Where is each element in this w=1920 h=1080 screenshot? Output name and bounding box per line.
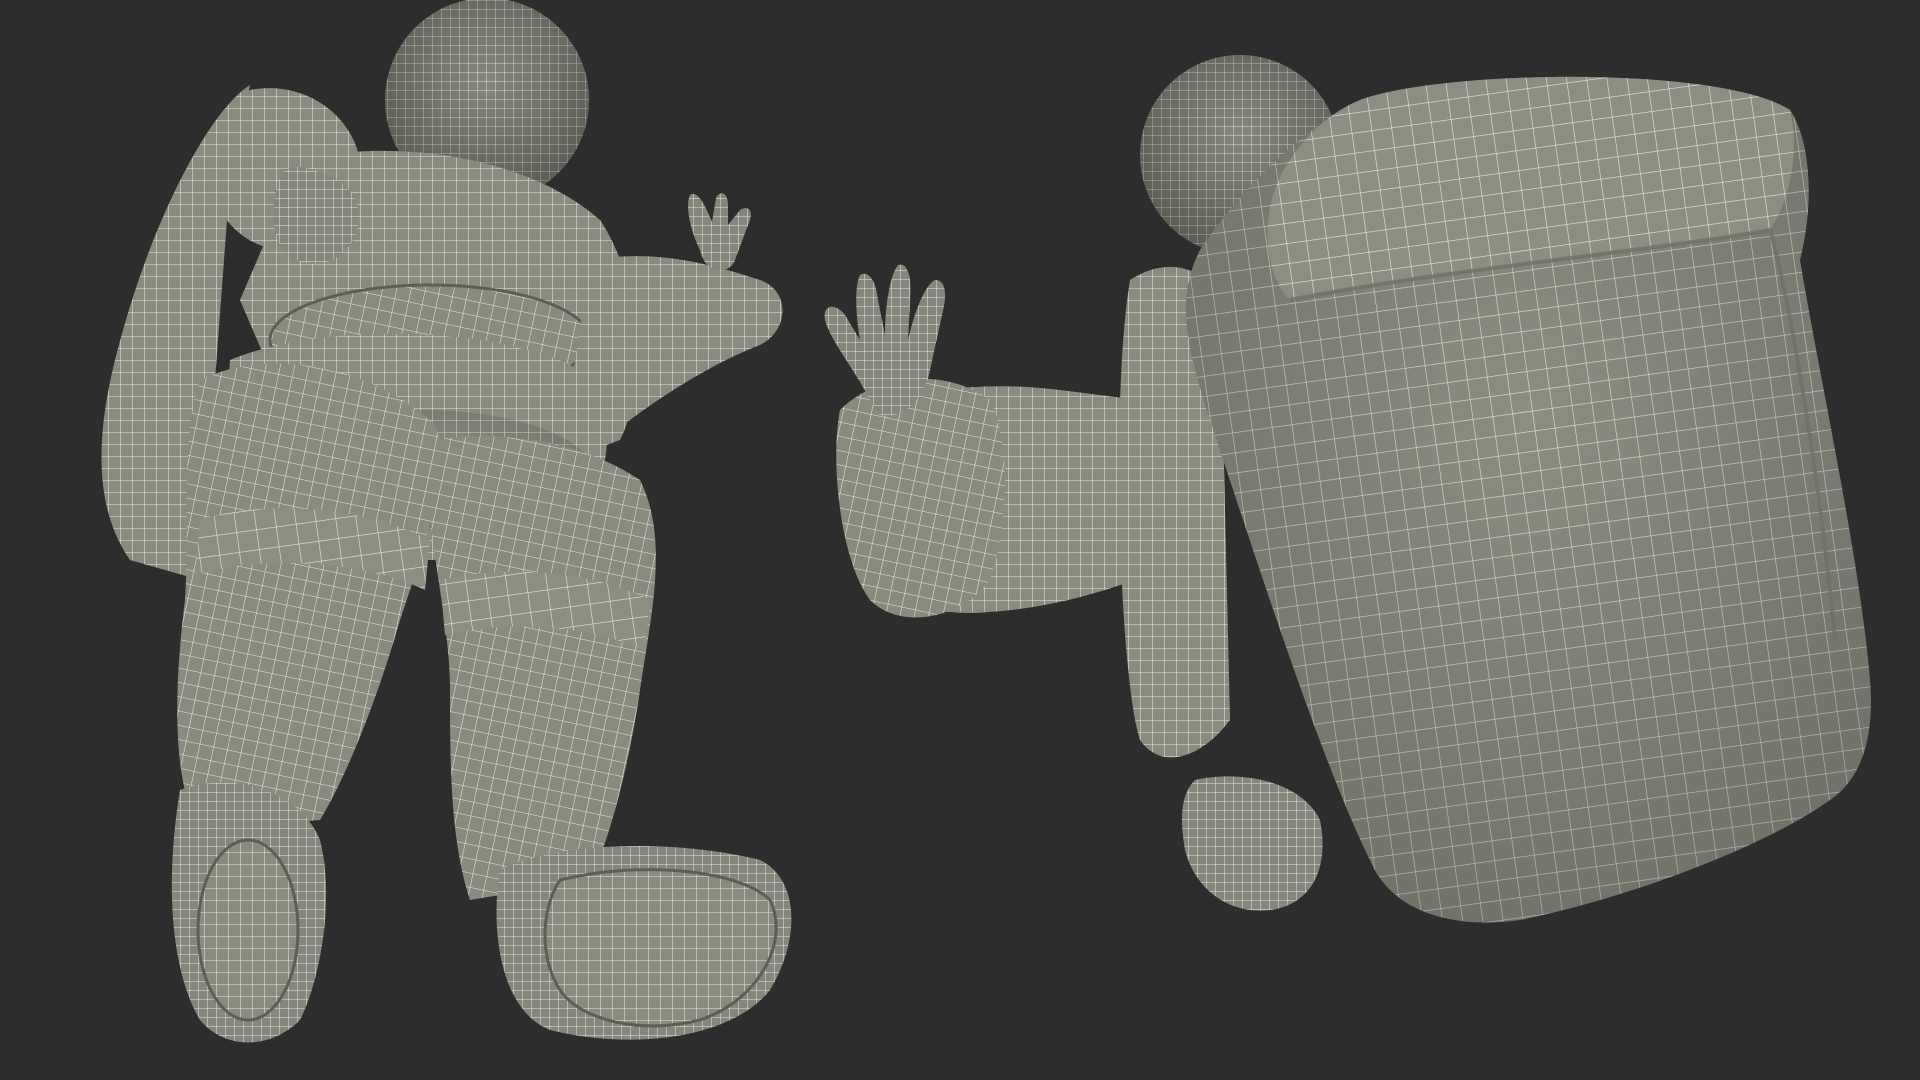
lower-boot: [1182, 776, 1323, 911]
astronaut-back-view: [824, 55, 1871, 923]
right-hand: [688, 193, 751, 271]
right-arm: [574, 256, 783, 426]
left-leg: [177, 363, 441, 830]
astronaut-low-angle-view: [101, 0, 792, 1043]
left-boot-sole: [196, 838, 300, 1022]
right-leg: [427, 436, 656, 900]
wireframe-render-viewport: [0, 0, 1920, 1080]
forearm: [836, 378, 1005, 618]
